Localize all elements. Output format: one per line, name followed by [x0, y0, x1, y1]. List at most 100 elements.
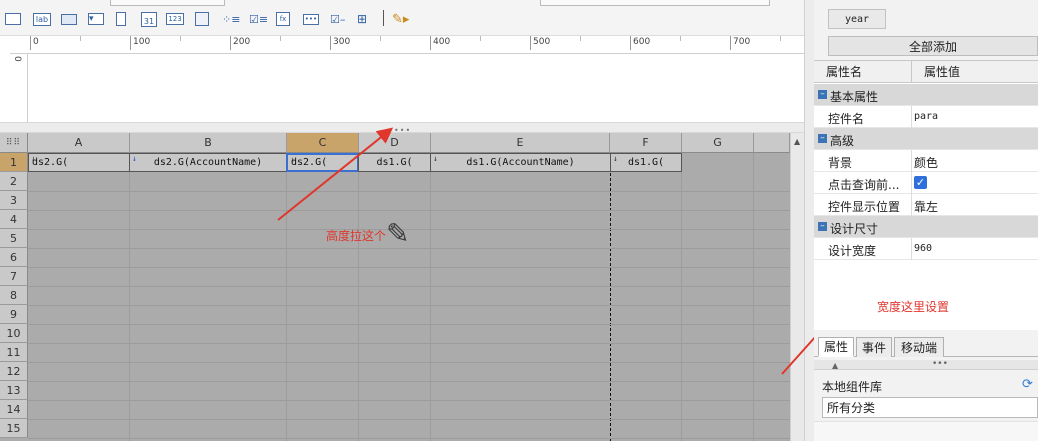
row-header[interactable]: 6 [0, 248, 28, 267]
cell-e1[interactable]: ↓ ds1.G(AccountName) [430, 153, 611, 172]
tab-properties[interactable]: 属性 [818, 337, 854, 357]
grid-line [28, 267, 790, 268]
row-header[interactable]: 11 [0, 343, 28, 362]
column-header[interactable]: G [682, 133, 754, 153]
row-header[interactable]: 5 [0, 229, 28, 248]
cell-d1[interactable]: ds1.G( [358, 153, 431, 172]
cell-c1-selected[interactable]: ↓ ds2.G( [286, 153, 359, 172]
toolbar-separator [383, 10, 384, 26]
splitter-grip-icon[interactable]: ••• [932, 359, 948, 369]
add-all-button[interactable]: 全部添加 [828, 36, 1038, 56]
group-design-size[interactable]: – 设计尺寸 [814, 216, 1038, 238]
cell-f1[interactable]: ↓ ds1.G( [610, 153, 682, 172]
radio-group-icon[interactable]: ⁘≡ [222, 9, 240, 29]
ruler-label: 400 [433, 37, 451, 47]
column-header[interactable]: B [130, 133, 287, 153]
lab-widget-icon[interactable]: lab [33, 9, 51, 29]
prop-name: 控件显示位置 [828, 200, 901, 214]
prop-value[interactable]: 960 [914, 243, 932, 254]
prop-row-widget-name[interactable]: 控件名 para [814, 106, 1038, 128]
edit-form-icon[interactable]: ✎▸ [392, 9, 409, 29]
group-advanced[interactable]: – 高级 [814, 128, 1038, 150]
row-header[interactable]: 15 [0, 419, 28, 438]
expand-down-icon: ↓ [613, 154, 618, 163]
pane-splitter[interactable]: ••• [0, 122, 804, 135]
collapse-icon[interactable]: – [818, 90, 827, 99]
scroll-up-icon[interactable]: ▲ [794, 137, 800, 146]
property-table: 属性名 属性值 – 基本属性 控件名 para – 高级 背景 颜色 点击查询前… [814, 60, 1038, 330]
row-header[interactable]: 8 [0, 286, 28, 305]
ruler-label: 0 [33, 37, 39, 47]
row-header[interactable]: 4 [0, 210, 28, 229]
collapse-up-icon[interactable]: ▲ [832, 361, 838, 370]
grid-corner-icon[interactable]: ⠿⠿ [0, 133, 28, 153]
row-header[interactable]: 10 [0, 324, 28, 343]
cell-a1[interactable]: ↓ ds2.G( [28, 153, 130, 172]
collapse-icon[interactable]: – [818, 134, 827, 143]
row-header[interactable]: 12 [0, 362, 28, 381]
prop-value[interactable]: 颜色 [914, 154, 938, 171]
vertical-ruler-label: 0 [12, 56, 22, 62]
prop-row-display-position[interactable]: 控件显示位置 靠左 [814, 194, 1038, 216]
prop-row-design-width[interactable]: 设计宽度 960 [814, 238, 1038, 260]
parameter-pane[interactable] [28, 54, 804, 122]
row-header[interactable]: 9 [0, 305, 28, 324]
calendar-widget-icon[interactable]: 31 [141, 9, 157, 29]
grid-vertical-scrollbar[interactable]: ▲ [790, 133, 804, 441]
column-header[interactable]: A [28, 133, 130, 153]
table-widget-icon[interactable] [195, 9, 209, 29]
grid-line [28, 191, 790, 192]
report-grid[interactable]: ⠿⠿ A B C D E F G 1 2 3 4 5 6 7 8 9 10 11… [0, 133, 790, 441]
row-header[interactable]: 14 [0, 400, 28, 419]
prop-row-click-query[interactable]: 点击查询前... ✓ [814, 172, 1038, 194]
column-header-overflow[interactable] [754, 133, 790, 153]
prop-value[interactable]: para [914, 111, 938, 122]
expand-down-icon: ↓ [31, 154, 36, 163]
prop-value-header: 属性值 [912, 61, 1038, 83]
password-widget-icon[interactable]: ••• [303, 9, 319, 29]
group-basic[interactable]: – 基本属性 [814, 84, 1038, 106]
tab-mobile[interactable]: 移动端 [894, 337, 944, 357]
library-title: 本地组件库 [822, 380, 883, 394]
column-header[interactable]: C [287, 133, 359, 153]
cell-e1-text: ds1.G(AccountName) [466, 157, 575, 168]
column-header[interactable]: E [431, 133, 610, 153]
number-widget-icon[interactable]: 123 [166, 9, 184, 29]
group-label: 高级 [830, 134, 855, 148]
library-list[interactable] [814, 421, 1038, 441]
cell-b1-text: ds2.G(AccountName) [153, 157, 263, 168]
toolbar-top-field [540, 0, 770, 6]
click-query-checkbox[interactable]: ✓ [914, 176, 927, 189]
collapse-icon[interactable]: – [818, 222, 827, 231]
prop-value[interactable]: 靠左 [914, 198, 938, 215]
panel-divider[interactable] [804, 0, 814, 441]
row-header[interactable]: 1 [0, 153, 28, 172]
grid-line [358, 153, 359, 441]
label-widget-icon[interactable] [5, 9, 21, 29]
row-header[interactable]: 2 [0, 172, 28, 191]
dropdown-widget-icon[interactable]: ▾ [88, 9, 104, 29]
library-splitter[interactable]: ▲ ••• [814, 359, 1038, 370]
checkbox-widget-icon[interactable]: ☑– [330, 9, 345, 29]
checkbox-group-icon[interactable]: ☑≡ [249, 9, 268, 29]
refresh-icon[interactable]: ⟳ [1022, 377, 1033, 392]
column-header[interactable]: F [610, 133, 682, 153]
ruler-label: 500 [533, 37, 551, 47]
formula-widget-icon[interactable]: fx [276, 9, 290, 29]
column-header[interactable]: D [359, 133, 431, 153]
grid-line [753, 153, 754, 441]
button-widget-icon[interactable] [61, 9, 77, 29]
cell-b1[interactable]: ↓ ds2.G(AccountName) [129, 153, 287, 172]
tab-events[interactable]: 事件 [856, 337, 892, 357]
grid-line [286, 153, 287, 441]
tree-widget-icon[interactable]: ⊞ [357, 9, 367, 29]
prop-row-background[interactable]: 背景 颜色 [814, 150, 1038, 172]
grid-line [28, 362, 790, 363]
row-header[interactable]: 7 [0, 267, 28, 286]
grid-line [28, 438, 790, 439]
row-header[interactable]: 3 [0, 191, 28, 210]
param-year-chip[interactable]: year [828, 9, 886, 29]
spinner-widget-icon[interactable] [116, 9, 126, 29]
library-category-select[interactable]: 所有分类 [822, 397, 1038, 418]
row-header[interactable]: 13 [0, 381, 28, 400]
